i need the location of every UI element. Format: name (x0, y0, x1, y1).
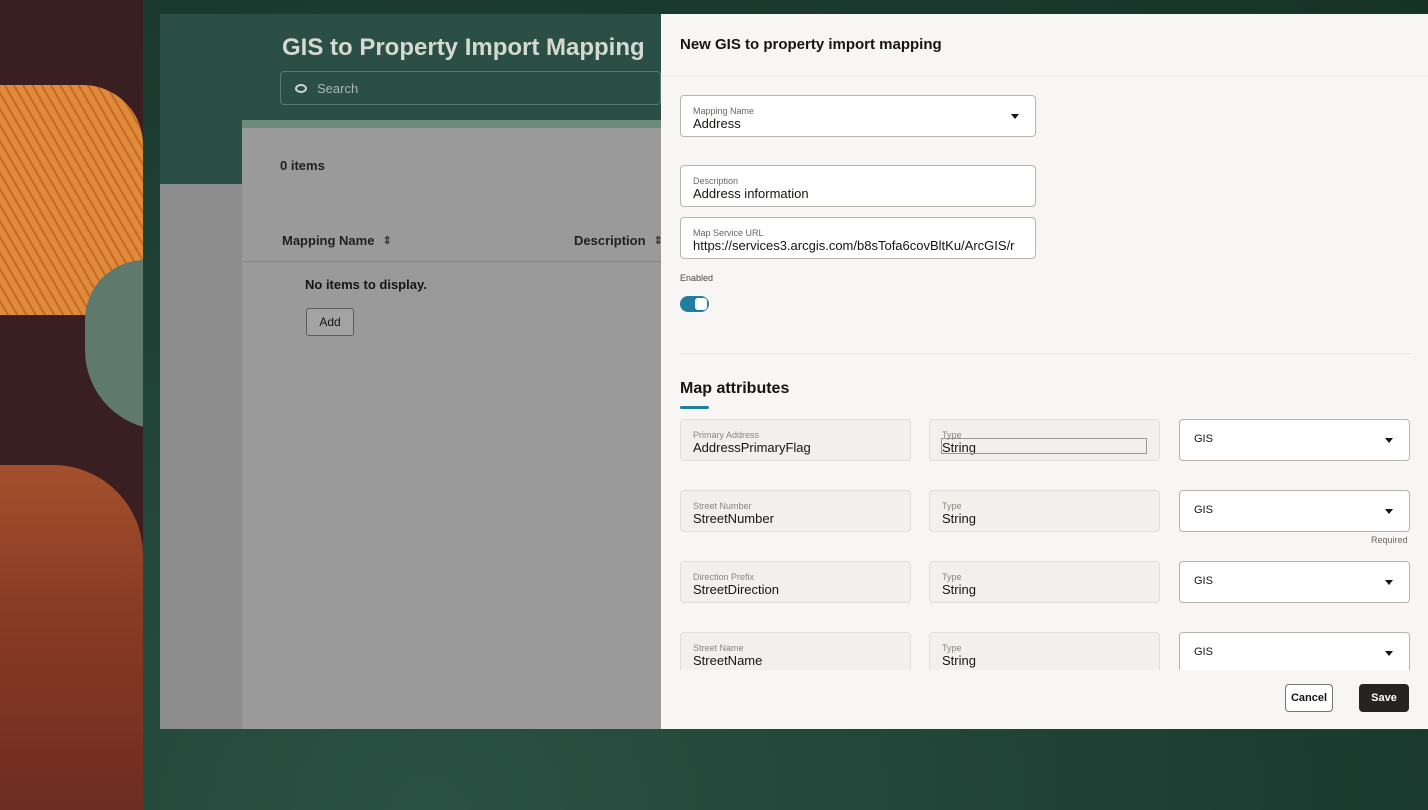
column-header-label: Mapping Name (282, 233, 375, 248)
source-value: GIS (1194, 646, 1213, 658)
sort-icon: ⇕ (382, 235, 392, 247)
chevron-down-icon (1385, 580, 1393, 585)
chevron-down-icon (1385, 438, 1393, 443)
attribute-value: StreetName (693, 653, 763, 668)
mapping-name-label: Mapping Name (693, 106, 755, 116)
section-divider (680, 353, 1410, 354)
map-service-url-label: Map Service URL (693, 228, 764, 238)
new-mapping-drawer: New GIS to property import mapping Mappi… (661, 14, 1428, 729)
attribute-source-select[interactable]: GIS (1179, 632, 1410, 674)
drawer-title: New GIS to property import mapping (680, 36, 942, 53)
column-header-mapping-name[interactable]: Mapping Name ⇕ (282, 233, 392, 248)
attribute-label: Street Name (693, 643, 744, 653)
chevron-down-icon (1385, 509, 1393, 514)
search-placeholder: Search (317, 80, 359, 96)
focus-outline (941, 438, 1147, 454)
mapping-name-select[interactable]: Mapping Name Address (680, 95, 1036, 137)
description-field[interactable]: Description Address information (680, 165, 1036, 207)
attribute-label: Direction Prefix (693, 572, 755, 582)
required-hint: Required (1371, 535, 1408, 545)
results-card (242, 120, 661, 729)
type-label: Type (942, 643, 962, 653)
attribute-value: StreetDirection (693, 582, 779, 597)
attribute-source-select[interactable]: GIS (1179, 561, 1410, 603)
attribute-type-field[interactable]: Type String (929, 490, 1160, 532)
column-header-description[interactable]: Description ⇕ (574, 233, 663, 248)
drawer-header: New GIS to property import mapping (661, 14, 1428, 76)
card-banner (242, 120, 661, 128)
enabled-label: Enabled (680, 273, 714, 283)
type-label: Type (942, 572, 962, 582)
attribute-name-field[interactable]: Street Name StreetName (680, 632, 911, 674)
search-input[interactable]: Search (280, 71, 661, 105)
attribute-type-field[interactable]: Type String (929, 632, 1160, 674)
main-page: GIS to Property Import Mapping Search 0 … (160, 14, 663, 729)
section-underline (680, 406, 709, 409)
chevron-down-icon (1385, 651, 1393, 656)
empty-message: No items to display. (305, 277, 427, 292)
decorative-artwork (0, 0, 143, 810)
page-title: GIS to Property Import Mapping (282, 34, 645, 61)
description-label: Description (693, 176, 739, 186)
chevron-down-icon (1011, 114, 1019, 119)
table-divider (242, 261, 661, 262)
attribute-value: AddressPrimaryFlag (693, 440, 811, 455)
add-button[interactable]: Add (306, 308, 354, 336)
attribute-name-field[interactable]: Primary Address AddressPrimaryFlag (680, 419, 911, 461)
attribute-type-field[interactable]: Type String (929, 561, 1160, 603)
column-header-label: Description (574, 233, 646, 248)
description-value: Address information (693, 186, 809, 201)
attribute-value: StreetNumber (693, 511, 774, 526)
toggle-knob (695, 298, 707, 310)
attribute-label: Primary Address (693, 430, 760, 440)
cancel-button[interactable]: Cancel (1285, 684, 1333, 712)
type-value: String (942, 653, 976, 668)
artwork-brown-shape (0, 465, 143, 810)
map-service-url-value: https://services3.arcgis.com/b8sTofa6cov… (693, 238, 1015, 253)
items-count: 0 items (280, 158, 325, 173)
map-service-url-field[interactable]: Map Service URL https://services3.arcgis… (680, 217, 1036, 259)
attribute-label: Street Number (693, 501, 752, 511)
type-value: String (942, 582, 976, 597)
type-label: Type (942, 501, 962, 511)
type-value: String (942, 511, 976, 526)
attribute-source-select[interactable]: GIS (1179, 490, 1410, 532)
mapping-name-value: Address (693, 116, 741, 131)
enabled-toggle[interactable] (680, 296, 709, 312)
attribute-name-field[interactable]: Street Number StreetNumber (680, 490, 911, 532)
section-title: Map attributes (680, 380, 790, 397)
attribute-source-select[interactable]: GIS (1179, 419, 1410, 461)
source-value: GIS (1194, 433, 1213, 445)
attribute-name-field[interactable]: Direction Prefix StreetDirection (680, 561, 911, 603)
source-value: GIS (1194, 575, 1213, 587)
save-button[interactable]: Save (1359, 684, 1409, 712)
search-icon (295, 83, 307, 93)
source-value: GIS (1194, 504, 1213, 516)
